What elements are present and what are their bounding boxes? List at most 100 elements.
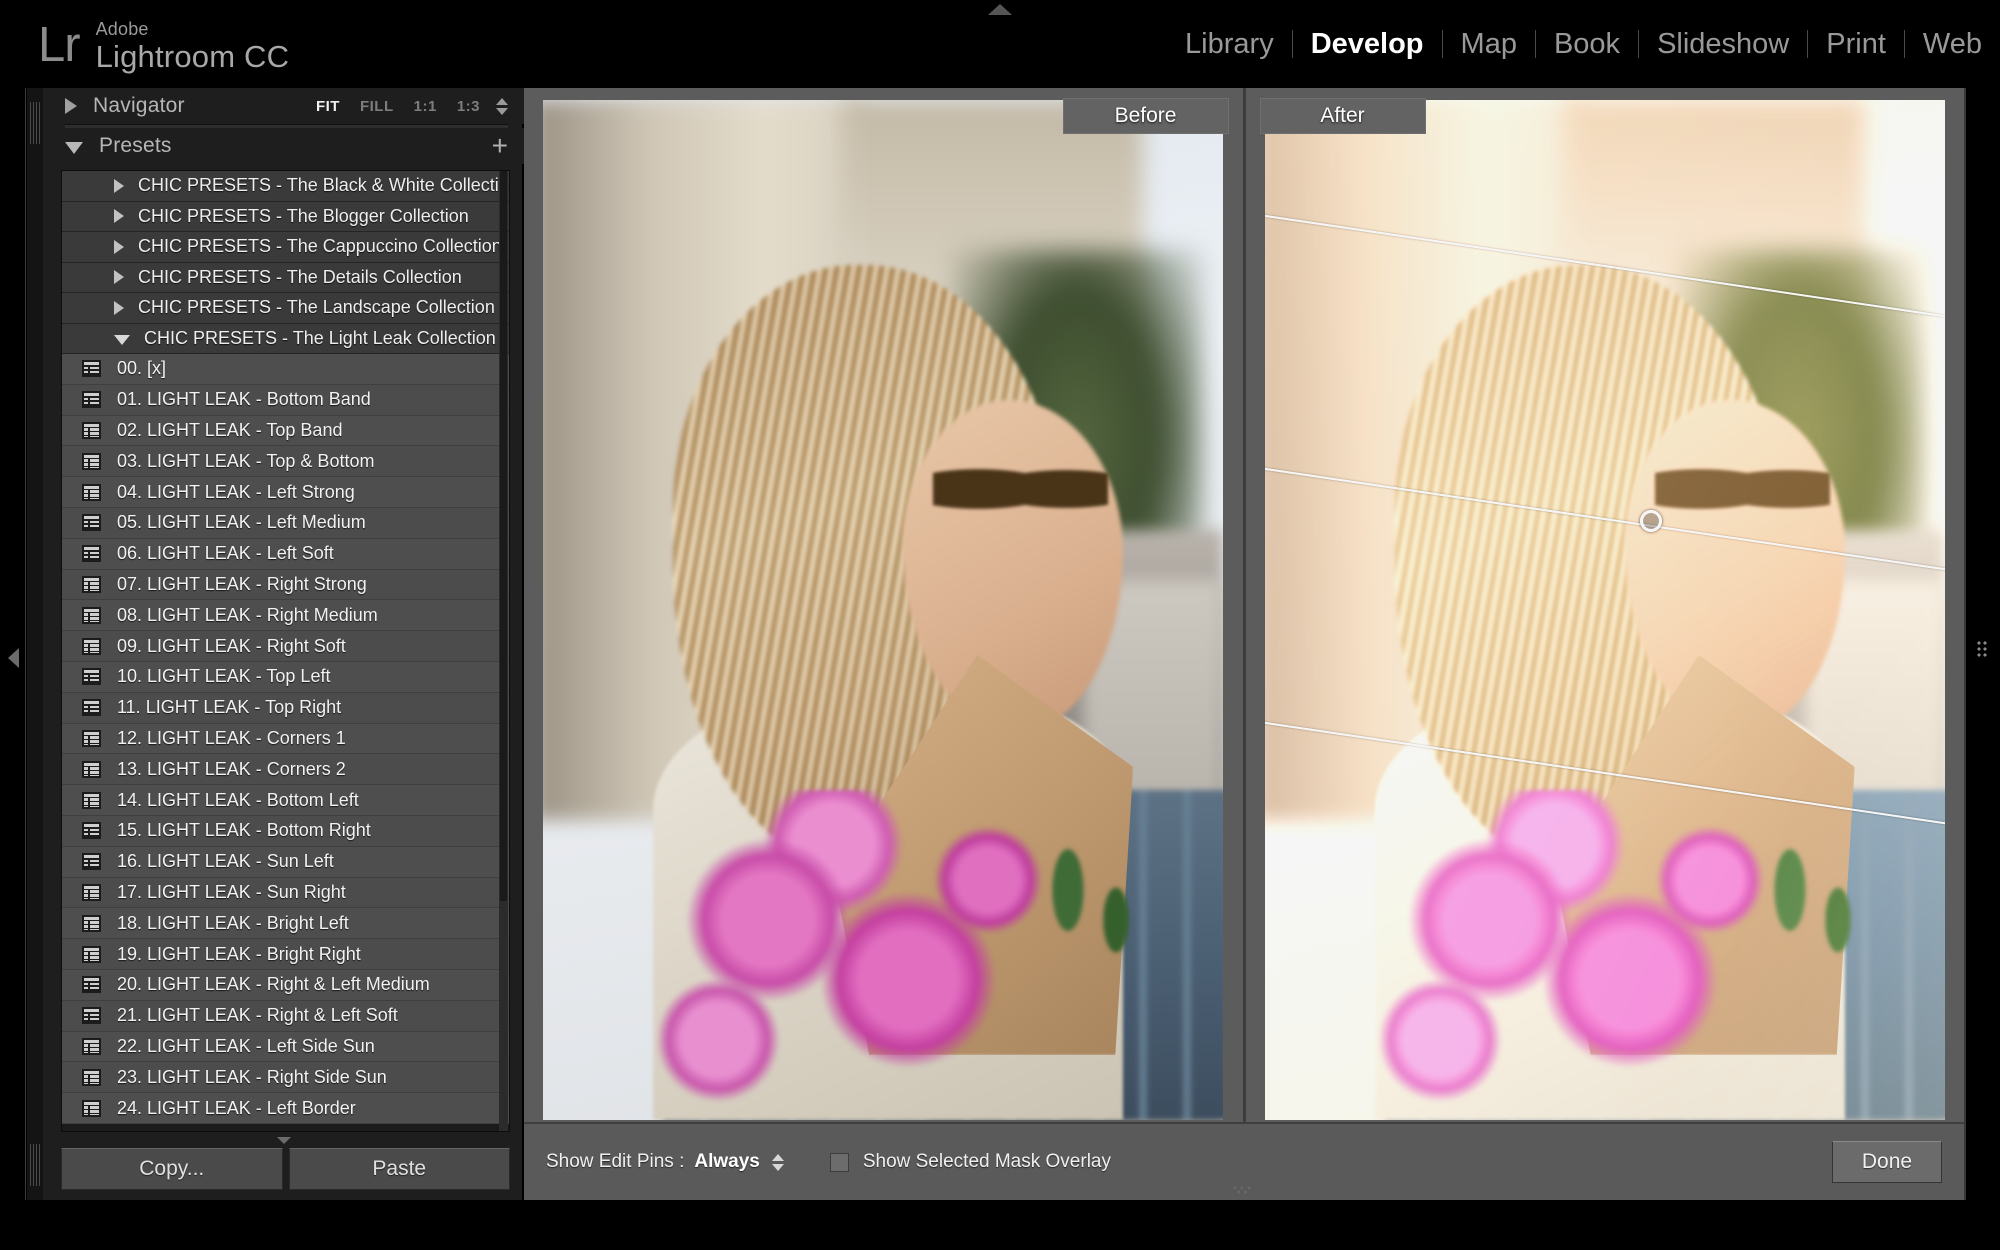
preset-item[interactable]: 02. LIGHT LEAK - Top Band — [62, 415, 509, 447]
preset-item[interactable]: 12. LIGHT LEAK - Corners 1 — [62, 723, 509, 755]
copy-paste-row: Copy... Paste — [43, 1148, 524, 1200]
preset-collection-details[interactable]: CHIC PRESETS - The Details Collection — [62, 262, 509, 293]
preset-item[interactable]: 24. LIGHT LEAK - Left Border — [62, 1093, 509, 1124]
edit-pin-marker[interactable] — [1639, 510, 1662, 532]
collection-label: CHIC PRESETS - The Landscape Collection — [138, 297, 495, 318]
before-photo[interactable] — [543, 100, 1224, 1120]
chevron-right-icon — [114, 300, 124, 315]
preset-item[interactable]: 19. LIGHT LEAK - Bright Right — [62, 939, 509, 970]
done-button[interactable]: Done — [1832, 1141, 1942, 1183]
bottom-panel-toggle[interactable] — [1231, 1186, 1257, 1196]
disclosure-triangle-icon[interactable] — [65, 98, 77, 114]
preset-item[interactable]: 01. LIGHT LEAK - Bottom Band — [62, 384, 509, 416]
preset-item[interactable]: 11. LIGHT LEAK - Top Right — [62, 692, 509, 724]
preset-item[interactable]: 05. LIGHT LEAK - Left Medium — [62, 507, 509, 539]
module-develop[interactable]: Develop — [1293, 28, 1442, 61]
scrollbar-thumb[interactable] — [500, 171, 507, 901]
show-edit-pins-value[interactable]: Always — [694, 1151, 759, 1173]
right-panel-collapse-toggle[interactable] — [1964, 88, 2000, 1200]
preset-item[interactable]: 18. LIGHT LEAK - Bright Left — [62, 908, 509, 940]
preset-label: 10. LIGHT LEAK - Top Left — [117, 666, 331, 687]
module-library[interactable]: Library — [1167, 28, 1292, 61]
preset-label: 11. LIGHT LEAK - Top Right — [117, 697, 342, 718]
zoom-stepper[interactable] — [496, 97, 508, 115]
panel-resize-handle[interactable] — [43, 1132, 524, 1148]
preset-item[interactable]: 04. LIGHT LEAK - Left Strong — [62, 477, 509, 508]
module-print[interactable]: Print — [1808, 28, 1904, 61]
preset-icon — [82, 729, 101, 747]
lightroom-window: Lr Adobe Lightroom CC Library Develop Ma… — [0, 0, 2000, 1250]
preset-label: 07. LIGHT LEAK - Right Strong — [117, 573, 367, 594]
preset-icon — [82, 637, 101, 655]
preset-item[interactable]: 07. LIGHT LEAK - Right Strong — [62, 569, 509, 601]
add-preset-button[interactable]: + — [492, 132, 508, 160]
preset-item[interactable]: 09. LIGHT LEAK - Right Soft — [62, 631, 509, 662]
preset-collection-landscape[interactable]: CHIC PRESETS - The Landscape Collection — [62, 293, 509, 324]
preset-collection-black-and-white[interactable]: CHIC PRESETS - The Black & White Collect… — [62, 171, 509, 202]
preset-collection-light-leak[interactable]: CHIC PRESETS - The Light Leak Collection — [62, 323, 509, 354]
preset-item[interactable]: 03. LIGHT LEAK - Top & Bottom — [62, 446, 509, 478]
copy-button[interactable]: Copy... — [61, 1148, 283, 1190]
top-panel-toggle[interactable] — [988, 4, 1012, 15]
after-label[interactable]: After — [1259, 98, 1426, 134]
preset-icon — [82, 1099, 101, 1117]
vendor-label: Adobe — [95, 19, 149, 39]
preset-item[interactable]: 08. LIGHT LEAK - Right Medium — [62, 600, 509, 632]
preset-item[interactable]: 13. LIGHT LEAK - Corners 2 — [62, 754, 509, 786]
preset-collection-blogger[interactable]: CHIC PRESETS - The Blogger Collection — [62, 201, 509, 232]
paste-button[interactable]: Paste — [288, 1148, 510, 1190]
preset-label: 05. LIGHT LEAK - Left Medium — [117, 512, 366, 533]
zoom-fit[interactable]: FIT — [306, 96, 350, 117]
title-bar: Lr Adobe Lightroom CC Library Develop Ma… — [0, 0, 2000, 88]
preset-icon — [82, 360, 101, 378]
show-edit-pins-stepper[interactable] — [771, 1153, 784, 1171]
after-pane[interactable]: After — [1246, 88, 1965, 1122]
show-mask-overlay-checkbox[interactable] — [829, 1152, 849, 1172]
preset-item[interactable]: 14. LIGHT LEAK - Bottom Left — [62, 785, 509, 816]
preset-item[interactable]: 15. LIGHT LEAK - Bottom Right — [62, 815, 509, 847]
collection-label: CHIC PRESETS - The Details Collection — [138, 266, 462, 287]
preset-item[interactable]: 10. LIGHT LEAK - Top Left — [62, 661, 509, 693]
left-panel-collapse-toggle[interactable] — [4, 88, 26, 1200]
preset-item[interactable]: 06. LIGHT LEAK - Left Soft — [62, 538, 509, 570]
presets-header[interactable]: Presets + — [43, 128, 524, 164]
preset-item[interactable]: 16. LIGHT LEAK - Sun Left — [62, 846, 509, 878]
preset-item[interactable]: 23. LIGHT LEAK - Right Side Sun — [62, 1062, 509, 1094]
before-label[interactable]: Before — [1062, 98, 1229, 134]
preset-item[interactable]: 20. LIGHT LEAK - Right & Left Medium — [62, 969, 509, 1001]
photo-peonies-layer — [658, 790, 1089, 1120]
module-map[interactable]: Map — [1443, 28, 1535, 61]
preset-item[interactable]: 17. LIGHT LEAK - Sun Right — [62, 877, 509, 909]
preset-icon — [82, 1007, 101, 1025]
preset-item[interactable]: 22. LIGHT LEAK - Left Side Sun — [62, 1031, 509, 1063]
preset-label: 01. LIGHT LEAK - Bottom Band — [117, 389, 371, 410]
zoom-fill[interactable]: FILL — [350, 96, 404, 117]
module-slideshow[interactable]: Slideshow — [1639, 28, 1807, 61]
module-book[interactable]: Book — [1536, 28, 1638, 61]
show-edit-pins-label: Show Edit Pins : — [546, 1151, 685, 1172]
preset-label: 03. LIGHT LEAK - Top & Bottom — [117, 450, 375, 471]
preset-icon — [82, 606, 101, 624]
preset-icon — [82, 1037, 101, 1055]
grip-lines-bottom — [30, 1144, 40, 1186]
photo-sunglasses-layer — [933, 456, 1109, 522]
preset-label: 20. LIGHT LEAK - Right & Left Medium — [117, 974, 430, 995]
zoom-1-1[interactable]: 1:1 — [404, 96, 447, 117]
preset-collection-cappuccino[interactable]: CHIC PRESETS - The Cappuccino Collection — [62, 232, 509, 263]
photo-peonies-layer — [1379, 790, 1810, 1120]
preset-item[interactable]: 00. [x] — [62, 354, 509, 385]
after-photo[interactable] — [1264, 100, 1945, 1120]
chevron-down-icon — [114, 334, 130, 345]
navigator-header[interactable]: Navigator FIT FILL 1:1 1:3 — [43, 88, 524, 124]
disclosure-triangle-open-icon[interactable] — [65, 142, 83, 154]
preset-label: 15. LIGHT LEAK - Bottom Right — [117, 820, 371, 841]
presets-scrollbar[interactable] — [499, 171, 508, 1131]
zoom-1-3[interactable]: 1:3 — [447, 96, 490, 117]
before-pane[interactable]: Before — [524, 88, 1246, 1122]
preset-label: 18. LIGHT LEAK - Bright Left — [117, 912, 349, 933]
panel-dots-icon — [1976, 640, 1992, 662]
preset-label: 24. LIGHT LEAK - Left Border — [117, 1097, 356, 1118]
preset-item[interactable]: 21. LIGHT LEAK - Right & Left Soft — [62, 1000, 509, 1032]
module-web[interactable]: Web — [1905, 28, 2000, 61]
collection-label: CHIC PRESETS - The Light Leak Collection — [144, 327, 496, 348]
